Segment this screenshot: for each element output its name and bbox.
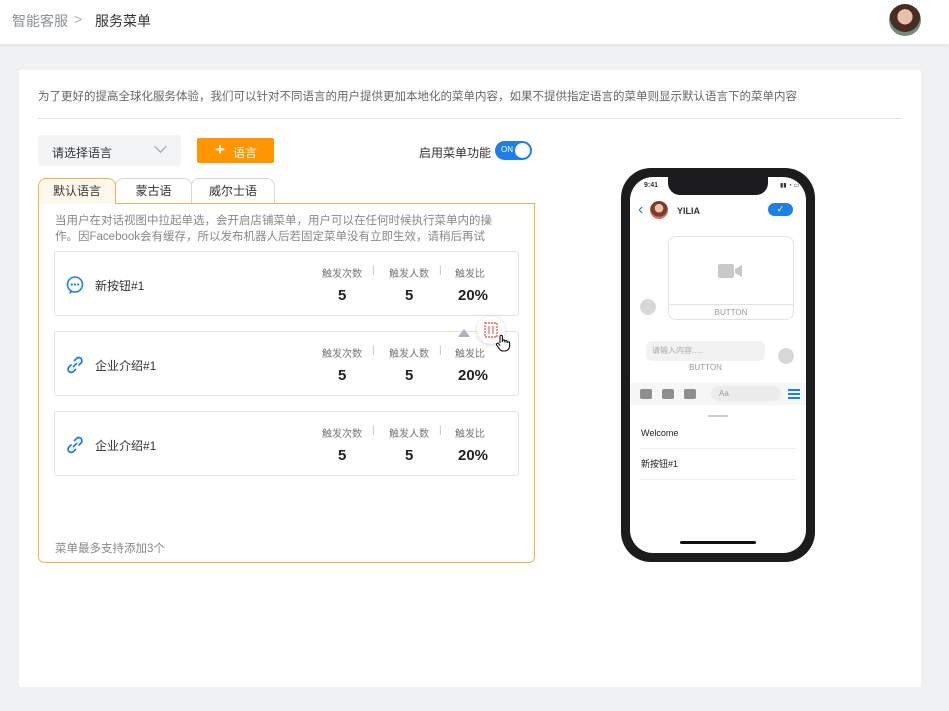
- stat-separator: |: [439, 345, 442, 356]
- add-language-label: 语言: [233, 146, 258, 160]
- language-select-placeholder: 请选择语言: [52, 146, 113, 160]
- stat-separator: |: [439, 425, 442, 436]
- stat-value-triggers: 5: [338, 287, 347, 304]
- move-up-icon[interactable]: [457, 328, 471, 338]
- menu-tip: 当用户在对话视图中拉起单选，会开启店铺菜单，用户可以在任何时候执行菜单内的操作。…: [55, 215, 492, 243]
- enable-menu-toggle[interactable]: ON: [495, 141, 532, 160]
- image-icon: [662, 389, 674, 399]
- divider: [38, 118, 902, 119]
- stat-value-users: 5: [405, 287, 414, 304]
- stat-label-triggers: 触发次数: [322, 429, 362, 440]
- phone-screen: 9:41 ▮▮ ◔ ▭ ‹ YILIA ✓ BUTTON 请输入内容..... …: [630, 177, 806, 553]
- stat-separator: |: [372, 345, 375, 356]
- stat-value-triggers: 5: [338, 447, 347, 464]
- phone-preview: 9:41 ▮▮ ◔ ▭ ‹ YILIA ✓ BUTTON 请输入内容..... …: [621, 168, 815, 562]
- top-bar: 智能客服 > 服务菜单: [0, 0, 949, 44]
- video-icon: [718, 264, 742, 278]
- preview-input-button: BUTTON: [689, 363, 722, 372]
- contact-name: YILIA: [677, 206, 701, 216]
- home-indicator: [680, 541, 756, 544]
- stat-value-users: 5: [405, 447, 414, 464]
- tab-default-language[interactable]: 默认语言: [38, 178, 116, 204]
- stat-label-triggers: 触发次数: [322, 349, 362, 360]
- phone-notch: [668, 177, 768, 195]
- signal-battery-icon: ▮▮ ◔ ▭: [780, 183, 800, 189]
- user-avatar-small: [778, 348, 794, 364]
- link-icon: [67, 436, 83, 454]
- tab-welsh[interactable]: 威尔士语: [191, 178, 275, 204]
- stat-separator: |: [372, 425, 375, 436]
- compose-toolbar: Aa: [630, 383, 806, 405]
- phone-time: 9:41: [644, 182, 659, 189]
- breadcrumb-separator: >: [74, 11, 83, 27]
- stat-label-users: 触发人数: [389, 349, 429, 360]
- check-badge-icon: ✓: [768, 203, 793, 216]
- menu-limit-note: 菜单最多支持添加3个: [55, 543, 165, 555]
- stat-value-users: 5: [405, 367, 414, 384]
- add-language-button[interactable]: + 语言: [197, 138, 274, 163]
- stat-value-ratio: 20%: [458, 287, 489, 304]
- plus-icon: +: [215, 140, 225, 159]
- preview-menu-item: 新按钮#1: [641, 449, 796, 480]
- menu-item-card[interactable]: 新按钮#1 触发次数 | 触发人数 | 触发比 5 5 20%: [54, 251, 519, 316]
- menu-editor-box: 当用户在对话视图中拉起单选，会开启店铺菜单，用户可以在任何时候执行菜单内的操作。…: [38, 203, 535, 563]
- stat-separator: |: [439, 265, 442, 276]
- preview-card-button: BUTTON: [669, 304, 793, 319]
- menu-item-card[interactable]: 企业介绍#1 触发次数 | 触发人数 | 触发比 5 5 20%: [54, 411, 519, 476]
- chevron-down-icon: [154, 140, 167, 153]
- language-select[interactable]: 请选择语言: [38, 135, 181, 166]
- stat-value-ratio: 20%: [458, 447, 489, 464]
- menu-item-name: 企业介绍#1: [95, 359, 157, 373]
- menu-icon: [788, 389, 800, 399]
- stat-value-triggers: 5: [338, 367, 347, 384]
- tab-mongolian[interactable]: 蒙古语: [115, 178, 192, 204]
- page-description: 为了更好的提高全球化服务体验，我们可以针对不同语言的用户提供更加本地化的菜单内容…: [38, 91, 797, 103]
- back-chevron-icon: ‹: [638, 201, 644, 218]
- bot-avatar: [640, 299, 656, 315]
- contact-avatar: [650, 201, 668, 219]
- preview-input: 请输入内容.....: [646, 341, 765, 361]
- stat-label-ratio: 触发比: [455, 429, 485, 440]
- toggle-state-text: ON: [501, 145, 513, 154]
- stat-label-ratio: 触发比: [455, 269, 485, 280]
- menu-item-name: 企业介绍#1: [95, 439, 157, 453]
- user-avatar[interactable]: [889, 4, 921, 36]
- stat-label-users: 触发人数: [389, 429, 429, 440]
- stat-label-triggers: 触发次数: [322, 269, 362, 280]
- gif-icon: [684, 389, 696, 399]
- camera-icon: [640, 389, 652, 399]
- preview-menu-item: Welcome: [641, 418, 796, 449]
- preview-media-card: BUTTON: [668, 236, 794, 320]
- stat-label-users: 触发人数: [389, 269, 429, 280]
- stat-separator: |: [372, 265, 375, 276]
- sheet-grip: [708, 415, 728, 417]
- menu-item-name: 新按钮#1: [95, 279, 145, 293]
- card-hover-tools: [445, 316, 515, 352]
- hand-cursor-icon: [495, 334, 511, 352]
- breadcrumb-root[interactable]: 智能客服: [12, 11, 68, 31]
- main-panel: 为了更好的提高全球化服务体验，我们可以针对不同语言的用户提供更加本地化的菜单内容…: [19, 70, 921, 687]
- stat-value-ratio: 20%: [458, 367, 489, 384]
- compose-input: Aa: [711, 386, 781, 401]
- toggle-knob: [515, 143, 530, 158]
- enable-menu-label: 启用菜单功能: [419, 146, 492, 160]
- link-icon: [67, 356, 83, 374]
- chat-bubble-icon: [66, 276, 84, 294]
- breadcrumb-current: 服务菜单: [95, 13, 151, 29]
